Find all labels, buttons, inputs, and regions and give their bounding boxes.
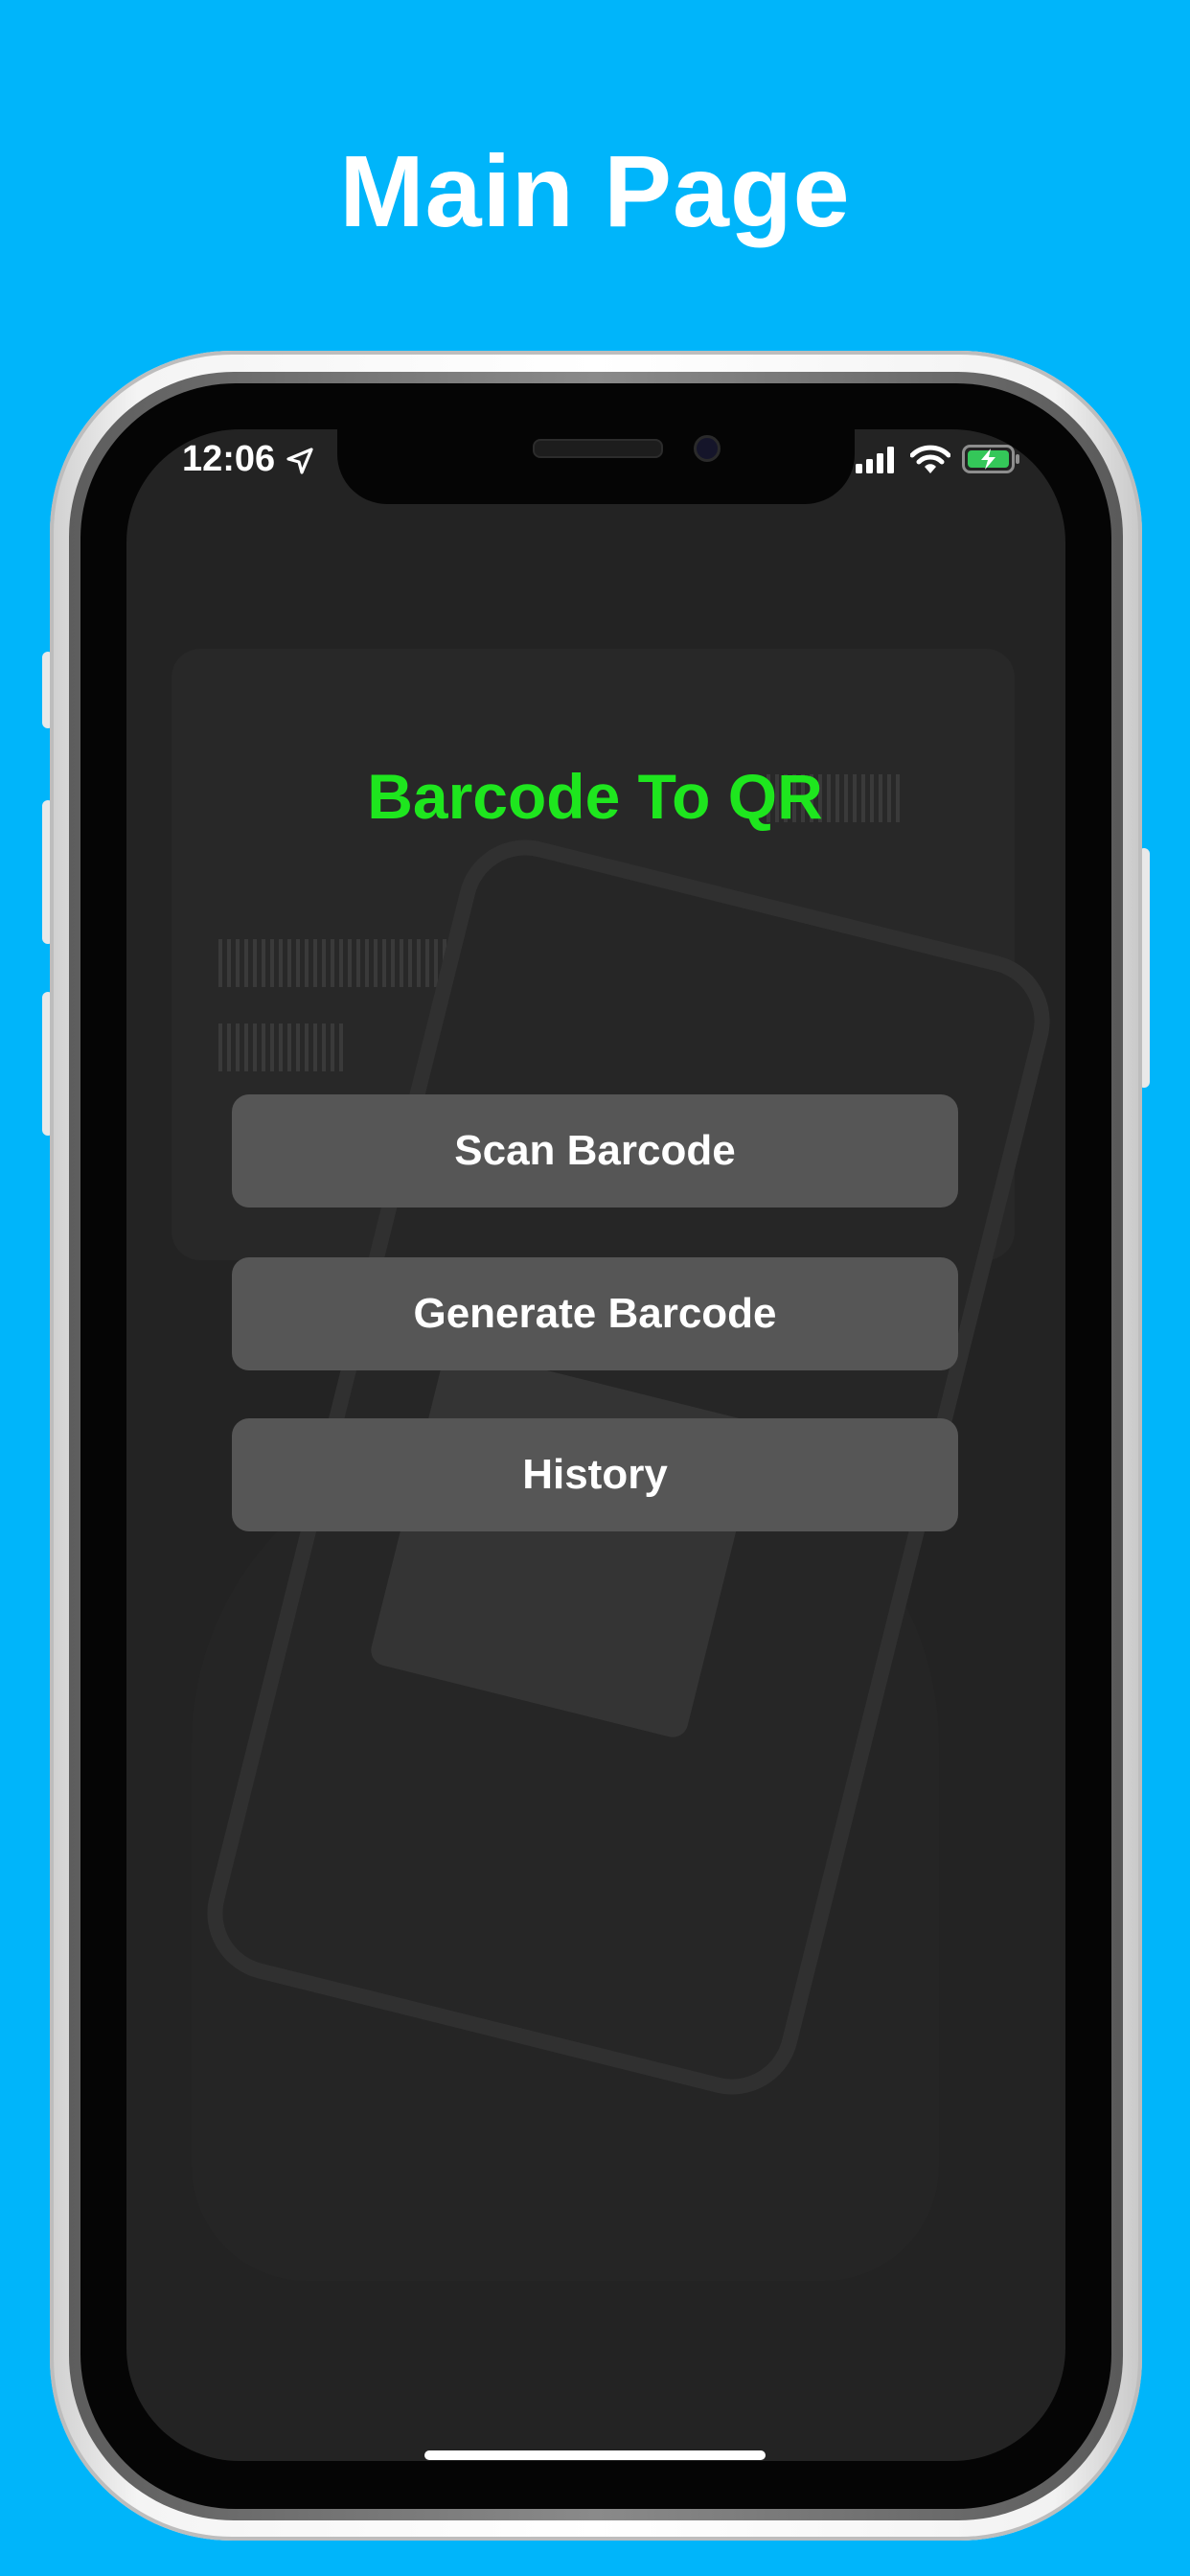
phone-notch (337, 422, 855, 504)
home-indicator[interactable] (424, 2450, 766, 2460)
background-barcode (218, 939, 448, 987)
scan-barcode-button[interactable]: Scan Barcode (232, 1094, 958, 1208)
earpiece-speaker (533, 439, 663, 458)
status-time: 12:06 (182, 439, 276, 479)
generate-barcode-button[interactable]: Generate Barcode (232, 1257, 958, 1370)
app-title: Barcode To QR (367, 761, 823, 832)
history-button[interactable]: History (232, 1418, 958, 1531)
marketing-title: Main Page (339, 135, 851, 248)
battery-charging-icon (962, 445, 1021, 478)
location-arrow-icon (286, 447, 314, 480)
cellular-signal-icon (856, 447, 898, 478)
wifi-icon (909, 445, 951, 480)
background-barcode (218, 1024, 343, 1071)
front-camera (694, 435, 721, 462)
